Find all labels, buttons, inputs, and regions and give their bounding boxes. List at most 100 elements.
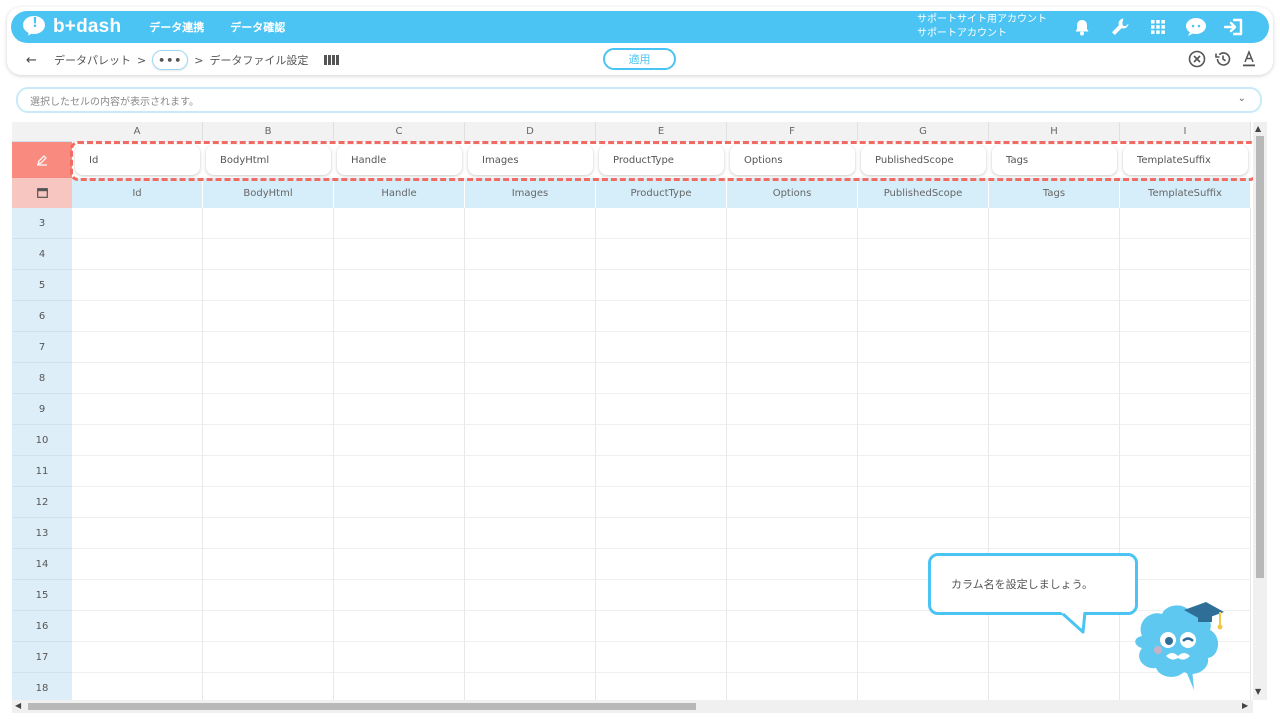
data-cell[interactable]	[1120, 270, 1251, 301]
data-cell[interactable]	[334, 239, 465, 270]
data-cell[interactable]	[334, 425, 465, 456]
data-cell[interactable]	[596, 518, 727, 549]
data-cell[interactable]	[596, 301, 727, 332]
data-cell[interactable]	[989, 363, 1120, 394]
data-cell[interactable]	[203, 332, 334, 363]
data-cell[interactable]	[72, 580, 203, 611]
data-cell[interactable]	[465, 456, 596, 487]
data-cell[interactable]	[858, 239, 989, 270]
data-cell[interactable]	[596, 270, 727, 301]
data-cell[interactable]	[596, 487, 727, 518]
data-cell[interactable]	[465, 549, 596, 580]
data-cell[interactable]	[596, 456, 727, 487]
data-cell[interactable]	[72, 270, 203, 301]
data-cell[interactable]	[465, 394, 596, 425]
data-cell[interactable]	[989, 332, 1120, 363]
data-cell[interactable]	[596, 549, 727, 580]
column-name-row-header[interactable]	[12, 142, 72, 178]
data-cell[interactable]	[465, 208, 596, 239]
data-cell[interactable]	[203, 487, 334, 518]
data-cell[interactable]	[1120, 363, 1251, 394]
row-header[interactable]: 16	[12, 611, 72, 642]
scroll-down-icon[interactable]: ▼	[1255, 687, 1261, 696]
data-cell[interactable]	[203, 580, 334, 611]
data-cell[interactable]	[465, 487, 596, 518]
data-cell[interactable]	[989, 239, 1120, 270]
column-name-cell[interactable]: Images	[465, 142, 596, 178]
data-cell[interactable]	[989, 425, 1120, 456]
data-cell[interactable]	[989, 301, 1120, 332]
data-cell[interactable]	[596, 642, 727, 673]
source-column-cell[interactable]: Tags	[989, 178, 1120, 208]
data-cell[interactable]	[465, 642, 596, 673]
source-column-cell[interactable]: PublishedScope	[858, 178, 989, 208]
data-cell[interactable]	[858, 208, 989, 239]
data-cell[interactable]	[596, 611, 727, 642]
column-header[interactable]: D	[465, 122, 596, 142]
data-cell[interactable]	[989, 673, 1120, 700]
data-cell[interactable]	[727, 518, 858, 549]
data-cell[interactable]	[727, 270, 858, 301]
column-header[interactable]: I	[1120, 122, 1251, 142]
data-cell[interactable]	[1120, 332, 1251, 363]
nav-data-integration[interactable]: データ連携	[149, 19, 204, 35]
data-cell[interactable]	[203, 673, 334, 700]
data-cell[interactable]	[72, 518, 203, 549]
column-header[interactable]: H	[989, 122, 1120, 142]
data-cell[interactable]	[727, 580, 858, 611]
data-cell[interactable]	[858, 487, 989, 518]
data-cell[interactable]	[1120, 518, 1251, 549]
row-header[interactable]: 5	[12, 270, 72, 301]
column-header[interactable]: E	[596, 122, 727, 142]
data-cell[interactable]	[858, 394, 989, 425]
column-header[interactable]: A	[72, 122, 203, 142]
data-cell[interactable]	[72, 549, 203, 580]
data-cell[interactable]	[72, 673, 203, 700]
column-name-input[interactable]: Id	[75, 145, 200, 175]
data-cell[interactable]	[727, 301, 858, 332]
data-cell[interactable]	[858, 456, 989, 487]
logout-icon[interactable]	[1223, 16, 1245, 38]
data-cell[interactable]	[596, 580, 727, 611]
row-header[interactable]: 14	[12, 549, 72, 580]
source-column-cell[interactable]: BodyHtml	[203, 178, 334, 208]
data-cell[interactable]	[334, 363, 465, 394]
source-column-cell[interactable]: TemplateSuffix	[1120, 178, 1251, 208]
data-cell[interactable]	[727, 642, 858, 673]
column-name-input[interactable]: Images	[468, 145, 593, 175]
data-cell[interactable]	[334, 518, 465, 549]
data-cell[interactable]	[203, 208, 334, 239]
data-cell[interactable]	[858, 673, 989, 700]
data-cell[interactable]	[1120, 239, 1251, 270]
column-name-input[interactable]: Options	[730, 145, 855, 175]
data-cell[interactable]	[727, 456, 858, 487]
column-name-input[interactable]: Tags	[992, 145, 1117, 175]
data-cell[interactable]	[596, 394, 727, 425]
data-cell[interactable]	[72, 456, 203, 487]
data-cell[interactable]	[1120, 456, 1251, 487]
data-cell[interactable]	[465, 425, 596, 456]
vertical-scroll-thumb[interactable]	[1256, 136, 1264, 578]
logo[interactable]: ! b+dash	[23, 16, 121, 38]
data-cell[interactable]	[72, 394, 203, 425]
column-header[interactable]: B	[203, 122, 334, 142]
data-cell[interactable]	[858, 270, 989, 301]
data-cell[interactable]	[727, 363, 858, 394]
column-name-input[interactable]: PublishedScope	[861, 145, 986, 175]
column-name-cell[interactable]: Handle	[334, 142, 465, 178]
data-cell[interactable]	[203, 456, 334, 487]
row-header[interactable]: 15	[12, 580, 72, 611]
data-cell[interactable]	[203, 425, 334, 456]
data-cell[interactable]	[596, 239, 727, 270]
data-cell[interactable]	[596, 363, 727, 394]
vertical-scrollbar[interactable]: ▲ ▼	[1253, 122, 1267, 700]
data-cell[interactable]	[72, 301, 203, 332]
data-cell[interactable]	[72, 239, 203, 270]
row-header[interactable]: 6	[12, 301, 72, 332]
data-cell[interactable]	[858, 301, 989, 332]
column-name-cell[interactable]: TemplateSuffix	[1120, 142, 1251, 178]
data-cell[interactable]	[727, 239, 858, 270]
data-cell[interactable]	[727, 487, 858, 518]
row-header[interactable]: 4	[12, 239, 72, 270]
data-cell[interactable]	[465, 673, 596, 700]
